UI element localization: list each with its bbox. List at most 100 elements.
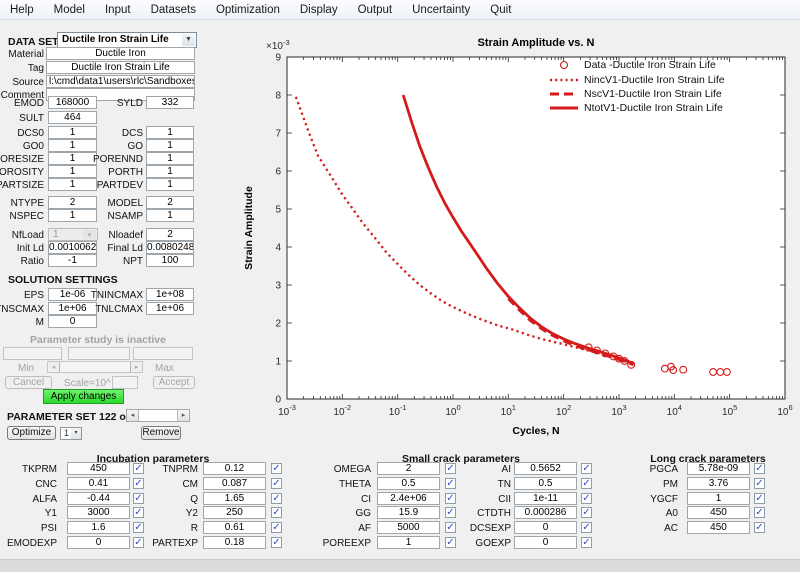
dataset-dropdown[interactable]: Ductile Iron Strain Life ▼ (57, 32, 197, 48)
chevron-down-icon[interactable]: ▼ (182, 34, 195, 46)
param-field-cm[interactable]: 0.087 (203, 477, 266, 490)
param-field-omega[interactable]: 2 (377, 462, 440, 475)
param-field-eps[interactable]: 1e-06 (48, 288, 97, 301)
param-field-cnc[interactable]: 0.41 (67, 477, 130, 490)
param-field-pm[interactable]: 3.76 (687, 477, 750, 490)
param-checkbox-ci[interactable]: ✓ (445, 493, 456, 504)
param-checkbox-dcsexp[interactable]: ✓ (581, 522, 592, 533)
parameter-set-slider[interactable]: ◂ ▸ (126, 409, 190, 422)
param-field-ai[interactable]: 0.5652 (514, 462, 577, 475)
param-checkbox-q[interactable]: ✓ (271, 493, 282, 504)
param-checkbox-a0[interactable]: ✓ (754, 507, 765, 518)
param-field-nsamp[interactable]: 1 (146, 209, 194, 222)
param-field-emod[interactable]: 168000 (48, 96, 97, 109)
param-field-nspec[interactable]: 1 (48, 209, 97, 222)
param-field-psi[interactable]: 1.6 (67, 521, 130, 534)
param-field-partexp[interactable]: 0.18 (203, 536, 266, 549)
param-checkbox-omega[interactable]: ✓ (445, 463, 456, 474)
accept-button[interactable]: Accept (153, 376, 195, 389)
param-checkbox-y2[interactable]: ✓ (271, 507, 282, 518)
param-field-porosity[interactable]: 1 (48, 165, 97, 178)
param-field-poreexp[interactable]: 1 (377, 536, 440, 549)
param-field-npt[interactable]: 100 (146, 254, 194, 267)
param-field-q[interactable]: 1.65 (203, 492, 266, 505)
scale-input[interactable] (112, 376, 138, 389)
param-checkbox-af[interactable]: ✓ (445, 522, 456, 533)
param-field-y2[interactable]: 250 (203, 506, 266, 519)
param-field-sult[interactable]: 464 (48, 111, 97, 124)
param-checkbox-r[interactable]: ✓ (271, 522, 282, 533)
param-checkbox-ai[interactable]: ✓ (581, 463, 592, 474)
menu-item-display[interactable]: Display (290, 2, 348, 18)
param-checkbox-psi[interactable]: ✓ (133, 522, 144, 533)
param-checkbox-pm[interactable]: ✓ (754, 478, 765, 489)
param-field-alfa[interactable]: -0.44 (67, 492, 130, 505)
param-checkbox-tn[interactable]: ✓ (581, 478, 592, 489)
param-checkbox-goexp[interactable]: ✓ (581, 537, 592, 548)
param-field-ci[interactable]: 2.4e+06 (377, 492, 440, 505)
slider-right-arrow-icon[interactable]: ▸ (177, 410, 189, 421)
chevron-down-icon[interactable]: ▾ (71, 428, 81, 439)
param-checkbox-emodexp[interactable]: ✓ (133, 537, 144, 548)
param-field-tnscmax[interactable]: 1e+06 (48, 302, 97, 315)
param-field-goexp[interactable]: 0 (514, 536, 577, 549)
param-checkbox-theta[interactable]: ✓ (445, 478, 456, 489)
param-checkbox-tkprm[interactable]: ✓ (133, 463, 144, 474)
param-field-nloadef[interactable]: 2 (146, 228, 194, 241)
param-field-tnincmax[interactable]: 1e+08 (146, 288, 194, 301)
param-field-partdev[interactable]: 1 (146, 178, 194, 191)
param-field-tn[interactable]: 0.5 (514, 477, 577, 490)
param-field-syld[interactable]: 332 (146, 96, 194, 109)
menu-item-datasets[interactable]: Datasets (141, 2, 206, 18)
param-field-porth[interactable]: 1 (146, 165, 194, 178)
param-checkbox-pgca[interactable]: ✓ (754, 463, 765, 474)
param-checkbox-alfa[interactable]: ✓ (133, 493, 144, 504)
remove-button[interactable]: Remove (141, 426, 181, 440)
param-field-emodexp[interactable]: 0 (67, 536, 130, 549)
optimize-count-dropdown[interactable]: 1 ▾ (60, 427, 82, 440)
param-field-final-ld[interactable]: 0.0080248 (146, 241, 194, 254)
param-field-init-ld[interactable]: 0.0010062 (48, 241, 97, 254)
param-checkbox-ac[interactable]: ✓ (754, 522, 765, 533)
param-checkbox-cii[interactable]: ✓ (581, 493, 592, 504)
param-field-ratio[interactable]: -1 (48, 254, 97, 267)
param-checkbox-partexp[interactable]: ✓ (271, 537, 282, 548)
apply-changes-button[interactable]: Apply changes (43, 389, 124, 404)
param-field-gg[interactable]: 15.9 (377, 506, 440, 519)
optimize-button[interactable]: Optimize (7, 426, 56, 440)
param-checkbox-poreexp[interactable]: ✓ (445, 537, 456, 548)
param-field-poresize[interactable]: 1 (48, 152, 97, 165)
menu-item-model[interactable]: Model (44, 2, 95, 18)
param-field-porennd[interactable]: 1 (146, 152, 194, 165)
menu-item-uncertainty[interactable]: Uncertainty (402, 2, 480, 18)
param-field-partsize[interactable]: 1 (48, 178, 97, 191)
param-field-go[interactable]: 1 (146, 139, 194, 152)
param-checkbox-ygcf[interactable]: ✓ (754, 493, 765, 504)
param-field-dcs[interactable]: 1 (146, 126, 194, 139)
menu-item-output[interactable]: Output (348, 2, 403, 18)
param-field-r[interactable]: 0.61 (203, 521, 266, 534)
param-field-a0[interactable]: 450 (687, 506, 750, 519)
param-field-dcs0[interactable]: 1 (48, 126, 97, 139)
param-field-ntype[interactable]: 2 (48, 196, 97, 209)
param-checkbox-tnprm[interactable]: ✓ (271, 463, 282, 474)
cancel-button[interactable]: Cancel (5, 376, 52, 389)
param-field-ctdth[interactable]: 0.000286 (514, 506, 577, 519)
param-field-ac[interactable]: 450 (687, 521, 750, 534)
slider-thumb[interactable] (138, 410, 178, 421)
menu-item-help[interactable]: Help (0, 2, 44, 18)
param-field-tnprm[interactable]: 0.12 (203, 462, 266, 475)
param-checkbox-y1[interactable]: ✓ (133, 507, 144, 518)
param-field-pgca[interactable]: 5.78e-09 (687, 462, 750, 475)
param-field-dcsexp[interactable]: 0 (514, 521, 577, 534)
param-checkbox-gg[interactable]: ✓ (445, 507, 456, 518)
param-checkbox-cnc[interactable]: ✓ (133, 478, 144, 489)
param-checkbox-cm[interactable]: ✓ (271, 478, 282, 489)
tag-field[interactable]: Ductile Iron Strain Life (46, 61, 195, 74)
param-field-m[interactable]: 0 (48, 315, 97, 328)
param-field-y1[interactable]: 3000 (67, 506, 130, 519)
param-field-go0[interactable]: 1 (48, 139, 97, 152)
menu-item-optimization[interactable]: Optimization (206, 2, 290, 18)
menu-item-quit[interactable]: Quit (480, 2, 521, 18)
source-field[interactable]: l:\cmd\data1\users\rlc\Sandboxes\MSF_ (46, 75, 195, 88)
